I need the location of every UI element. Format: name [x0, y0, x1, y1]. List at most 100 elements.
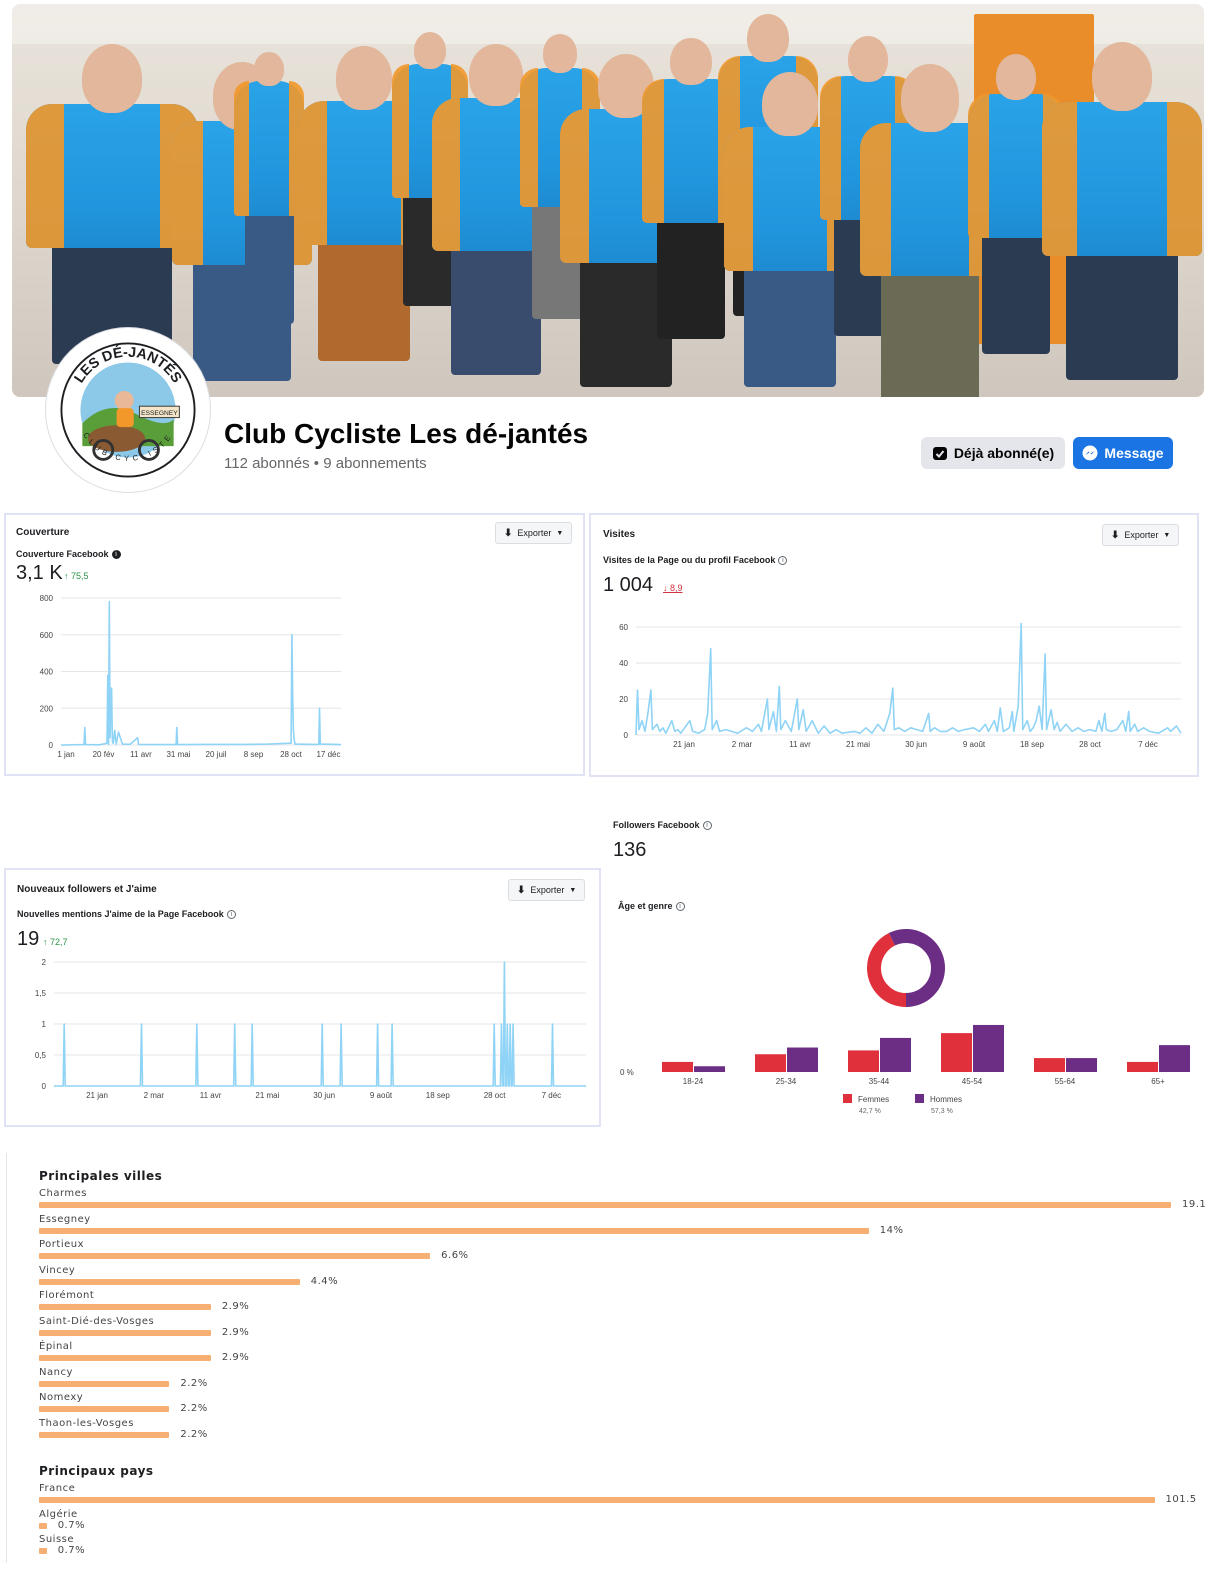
- coverage-delta: ↑ 75,5: [64, 571, 89, 581]
- legend-share: 42,7 %: [859, 1108, 881, 1115]
- bar-hommes-55-64[interactable]: [1066, 1058, 1097, 1072]
- bar-hommes-35-44[interactable]: [880, 1037, 911, 1072]
- x-tick-label: 65+: [1151, 1077, 1165, 1086]
- following-check-icon: [932, 447, 947, 460]
- top-countries-row-label: Suisse: [39, 1534, 75, 1545]
- info-icon[interactable]: i: [778, 555, 788, 565]
- followers-value: 136: [613, 839, 647, 861]
- top-countries-row-value: 0.7%: [57, 1519, 86, 1531]
- follower-stats[interactable]: 112 abonnés • 9 abonnements: [224, 455, 427, 472]
- coverage-value: 3,1 K: [16, 562, 63, 584]
- coverage-title: Couverture: [16, 527, 70, 538]
- top-cities-row-value: 2.2%: [180, 1377, 208, 1389]
- new-followers-delta: ↑ 72,7: [43, 937, 68, 947]
- coverage-card: Couverture ⬇ Exporter ▼ Couverture Faceb…: [4, 513, 585, 776]
- visits-delta: ↓ 8,9: [663, 583, 683, 593]
- coverage-export-button[interactable]: ⬇ Exporter ▼: [495, 522, 573, 544]
- legend-label: Hommes: [930, 1095, 962, 1104]
- new-followers-export-button[interactable]: ⬇ Exporter ▼: [508, 879, 586, 901]
- x-tick-label: 28 oct: [484, 1091, 507, 1100]
- top-cities-row-bar: [39, 1380, 170, 1387]
- bar-hommes-45-54[interactable]: [973, 1024, 1004, 1072]
- age-gender-bar-chart: 0 % 18-24 25-34 35-44 45-54 55-64 65+ Femmes 42,…: [620, 1024, 1190, 1115]
- visits-export-button[interactable]: ⬇ Exporter ▼: [1102, 524, 1180, 546]
- profile-picture[interactable]: ESSEGNEY LES DÉ-JANTÉS CLUB CYCLISTE: [46, 328, 210, 492]
- y-tick-label: 60: [619, 623, 628, 632]
- top-countries-row-value: 101.5: [1165, 1494, 1197, 1505]
- x-tick-label: 8 sep: [244, 750, 264, 759]
- visits-subtitle-text: Visites de la Page ou du profil Facebook: [603, 555, 776, 565]
- bar-hommes-65+[interactable]: [1159, 1045, 1190, 1072]
- new-followers-subtitle-text: Nouvelles mentions J'aime de la Page Fac…: [17, 909, 224, 919]
- bar-femmes-18-24[interactable]: [662, 1061, 693, 1072]
- export-label: Exporter: [1124, 530, 1159, 540]
- top-cities-row-bar: [39, 1304, 211, 1310]
- bar-femmes-65+[interactable]: [1127, 1061, 1158, 1072]
- new-followers-title: Nouveaux followers et J'aime: [17, 884, 157, 895]
- top-cities-row-label: Essegney: [39, 1213, 91, 1225]
- message-button[interactable]: Message: [1073, 437, 1173, 469]
- legend-swatch: [843, 1094, 852, 1103]
- top-cities-row-value: 6.6%: [441, 1250, 469, 1261]
- info-icon[interactable]: i: [111, 549, 121, 559]
- top-cities-row-label: Nomexy: [39, 1392, 84, 1403]
- top-cities-row-value: 2.9%: [221, 1326, 250, 1338]
- y-tick-label: 0 %: [620, 1068, 634, 1077]
- followers-label: Followers Facebook i: [613, 820, 712, 830]
- top-cities-row-label: Épinal: [39, 1341, 73, 1352]
- age-gender-label-text: Âge et genre: [618, 901, 673, 911]
- top-cities-row-bar: [39, 1355, 211, 1361]
- top-cities-row-value: 2.2%: [180, 1403, 208, 1414]
- x-tick-label: 7 déc: [542, 1091, 562, 1100]
- top-countries-row-bar: [39, 1522, 47, 1529]
- bar-femmes-45-54[interactable]: [941, 1033, 972, 1072]
- message-button-label: Message: [1104, 445, 1164, 461]
- top-countries-row-value: 0.7%: [57, 1545, 86, 1556]
- top-cities-row-bar: [39, 1278, 300, 1285]
- top-cities-title: Principales villes: [39, 1169, 163, 1183]
- series-line: [635, 622, 1182, 736]
- y-tick-label: 2: [42, 958, 47, 967]
- bar-femmes-25-34[interactable]: [755, 1054, 786, 1072]
- x-tick-label: 7 déc: [1138, 740, 1158, 749]
- top-cities-row-value: 19.1: [1182, 1199, 1207, 1210]
- bar-hommes-18-24[interactable]: [694, 1066, 725, 1072]
- gender-donut-chart: [867, 929, 945, 1007]
- y-tick-label: 800: [40, 594, 54, 603]
- download-icon: ⬇: [517, 884, 526, 896]
- bar-hommes-25-34[interactable]: [787, 1047, 818, 1072]
- visits-value: 1 004: [603, 574, 654, 596]
- coverage-subtitle-text: Couverture Facebook: [16, 549, 109, 559]
- x-tick-label: 20 juil: [206, 750, 227, 759]
- x-tick-label: 35-44: [869, 1077, 890, 1086]
- bar-femmes-35-44[interactable]: [848, 1050, 879, 1072]
- caret-down-icon: ▼: [1163, 531, 1171, 539]
- top-cities-row-bar: [39, 1227, 869, 1234]
- top-cities-row-label: Portieux: [39, 1239, 85, 1250]
- top-cities-row-bar: [39, 1406, 170, 1412]
- x-tick-label: 18 sep: [1020, 740, 1045, 749]
- info-icon[interactable]: i: [226, 909, 236, 919]
- y-tick-label: 200: [40, 704, 54, 713]
- y-tick-label: 400: [40, 668, 54, 677]
- info-icon[interactable]: i: [702, 820, 712, 830]
- followers-label-text: Followers Facebook: [613, 820, 700, 830]
- x-tick-label: 28 oct: [280, 750, 303, 759]
- download-icon: ⬇: [1111, 529, 1120, 541]
- following-button[interactable]: Déjà abonné(e): [921, 437, 1065, 469]
- new-followers-subtitle: Nouvelles mentions J'aime de la Page Fac…: [17, 909, 236, 919]
- x-tick-label: 30 jun: [905, 740, 927, 749]
- visits-subtitle: Visites de la Page ou du profil Facebook…: [603, 555, 788, 565]
- x-tick-label: 18 sep: [426, 1091, 451, 1100]
- y-tick-label: 0,5: [35, 1051, 47, 1060]
- info-icon[interactable]: i: [675, 901, 685, 911]
- top-cities-row-label: Florémont: [39, 1290, 95, 1301]
- y-tick-label: 0: [42, 1082, 47, 1091]
- cyclist-figure: [234, 52, 304, 332]
- x-tick-label: 9 août: [370, 1091, 393, 1100]
- cyclist-figure: [1042, 42, 1202, 380]
- x-tick-label: 18-24: [683, 1077, 704, 1086]
- x-tick-label: 21 jan: [673, 740, 695, 749]
- bar-femmes-55-64[interactable]: [1034, 1058, 1065, 1072]
- top-countries-row-bar: [39, 1548, 47, 1554]
